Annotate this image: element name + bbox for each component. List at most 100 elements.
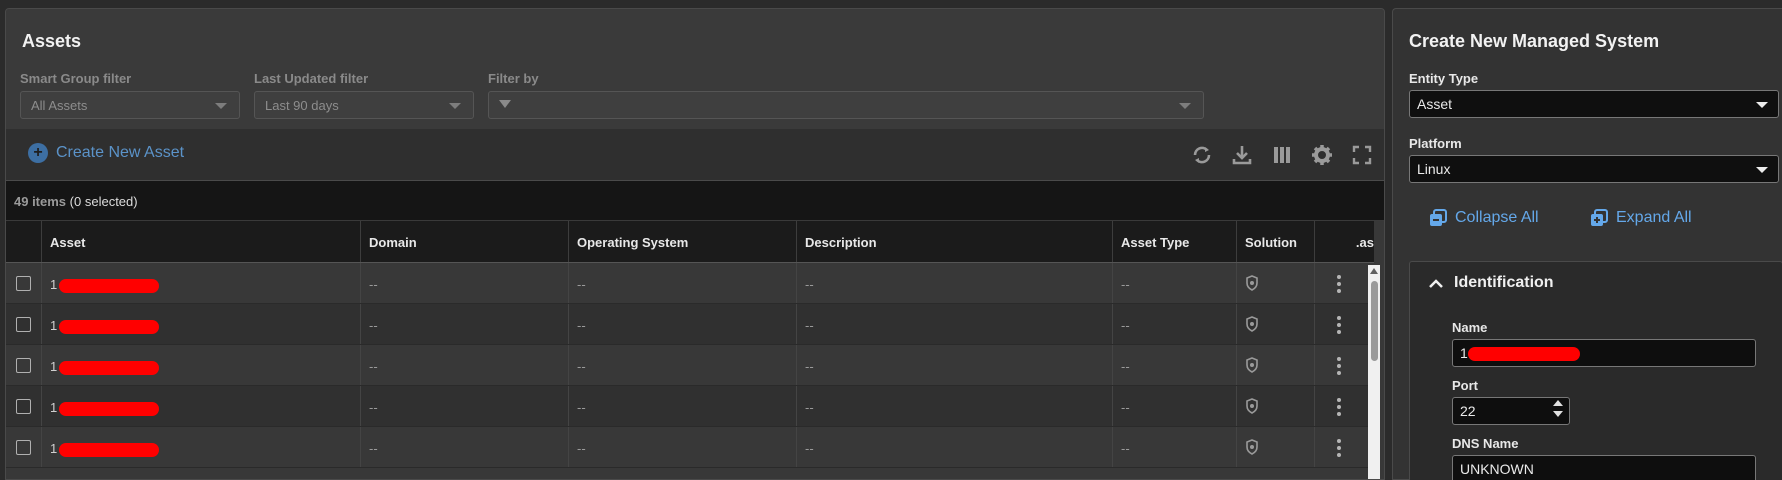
table-scrollbar[interactable]: [1368, 265, 1380, 479]
column-header-domain[interactable]: Domain: [361, 221, 569, 262]
row-actions-menu-icon[interactable]: [1337, 357, 1341, 378]
shield-icon: [1246, 275, 1258, 291]
platform-value: Linux: [1417, 161, 1451, 177]
dns-name-label: DNS Name: [1452, 436, 1519, 451]
chevron-down-icon: [1756, 102, 1768, 108]
description-cell: --: [797, 304, 1113, 344]
column-header-operating-system[interactable]: Operating System: [569, 221, 797, 262]
row-checkbox[interactable]: [16, 440, 31, 455]
smart-group-select[interactable]: All Assets: [20, 91, 240, 119]
expand-all-button[interactable]: Expand All: [1590, 209, 1692, 227]
filter-by: Filter by: [488, 71, 1204, 119]
stepper-up-icon[interactable]: [1553, 400, 1563, 406]
row-checkbox[interactable]: [16, 399, 31, 414]
select-column-header: [6, 221, 42, 262]
redaction-mark: [59, 319, 160, 334]
column-header-asset[interactable]: Asset: [42, 221, 361, 262]
port-label: Port: [1452, 378, 1478, 393]
table-row[interactable]: 1 -- -- -- --: [6, 427, 1374, 468]
identification-section-header[interactable]: Identification: [1428, 274, 1554, 292]
port-value: 22: [1460, 403, 1476, 419]
identification-section: Identification Name 1 Port 22 DNS Name U…: [1409, 261, 1782, 480]
create-new-asset-label: Create New Asset: [56, 144, 185, 161]
row-actions-menu-icon[interactable]: [1337, 398, 1341, 419]
domain-cell: --: [361, 263, 569, 303]
plus-circle-icon: +: [28, 143, 48, 163]
redaction-mark: [59, 278, 160, 293]
os-cell: --: [569, 345, 797, 385]
collapse-all-icon: [1430, 209, 1447, 226]
shield-icon: [1246, 357, 1258, 373]
asset-type-cell: --: [1113, 427, 1237, 467]
asset-type-cell: --: [1113, 386, 1237, 426]
entity-type-select[interactable]: Asset: [1409, 90, 1779, 118]
stepper-down-icon[interactable]: [1553, 411, 1563, 417]
redaction-mark: [59, 401, 160, 416]
gear-icon[interactable]: [1310, 143, 1334, 167]
redaction-mark: [59, 360, 160, 375]
asset-name-prefix: 1: [50, 277, 58, 292]
shield-icon: [1246, 439, 1258, 455]
row-actions-menu-icon[interactable]: [1337, 316, 1341, 337]
scroll-up-arrow-icon[interactable]: [1370, 268, 1378, 274]
description-cell: --: [797, 386, 1113, 426]
asset-name-prefix: 1: [50, 359, 58, 374]
domain-cell: --: [361, 386, 569, 426]
columns-icon[interactable]: [1270, 143, 1294, 167]
description-cell: --: [797, 263, 1113, 303]
asset-type-cell: --: [1113, 304, 1237, 344]
refresh-icon[interactable]: [1190, 143, 1214, 167]
table-row[interactable]: 1 -- -- -- --: [6, 345, 1374, 386]
column-header-last[interactable]: .as: [1315, 221, 1374, 262]
table-row[interactable]: 1 -- -- -- --: [6, 263, 1374, 304]
smart-group-filter: Smart Group filter All Assets: [20, 71, 240, 119]
toolbar-icons: [1190, 143, 1374, 167]
column-header-asset-type[interactable]: Asset Type: [1113, 221, 1237, 262]
fullscreen-icon[interactable]: [1350, 143, 1374, 167]
chevron-down-icon: [449, 103, 461, 109]
selected-count: (0 selected): [69, 194, 138, 209]
asset-name-prefix: 1: [50, 318, 58, 333]
platform-label: Platform: [1409, 136, 1462, 151]
table-header: Asset Domain Operating System Descriptio…: [6, 221, 1374, 263]
smart-group-filter-label: Smart Group filter: [20, 71, 132, 86]
create-new-asset-button[interactable]: + Create New Asset: [28, 143, 184, 163]
os-cell: --: [569, 263, 797, 303]
last-updated-filter: Last Updated filter Last 90 days: [254, 71, 474, 119]
item-count-bar: 49 items (0 selected): [6, 181, 1384, 221]
column-header-solution[interactable]: Solution: [1237, 221, 1315, 262]
redaction-mark: [59, 442, 160, 457]
platform-select[interactable]: Linux: [1409, 155, 1779, 183]
chevron-down-icon: [1179, 103, 1191, 109]
os-cell: --: [569, 427, 797, 467]
asset-name-prefix: 1: [50, 400, 58, 415]
port-stepper[interactable]: 22: [1452, 397, 1570, 425]
dns-name-field[interactable]: UNKNOWN: [1452, 455, 1756, 480]
scrollbar-thumb[interactable]: [1371, 281, 1378, 361]
assets-panel: Assets Smart Group filter All Assets Las…: [5, 8, 1385, 480]
row-checkbox[interactable]: [16, 276, 31, 291]
description-cell: --: [797, 427, 1113, 467]
last-updated-select[interactable]: Last 90 days: [254, 91, 474, 119]
dns-name-value: UNKNOWN: [1460, 461, 1534, 477]
row-actions-menu-icon[interactable]: [1337, 439, 1341, 460]
asset-name-prefix: 1: [50, 441, 58, 456]
collapse-all-label: Collapse All: [1455, 209, 1539, 226]
download-icon[interactable]: [1230, 143, 1254, 167]
name-field[interactable]: 1: [1452, 339, 1756, 367]
expand-all-icon: [1591, 209, 1608, 226]
row-checkbox[interactable]: [16, 317, 31, 332]
domain-cell: --: [361, 304, 569, 344]
row-checkbox[interactable]: [16, 358, 31, 373]
collapse-all-button[interactable]: Collapse All: [1429, 209, 1539, 227]
item-count: 49 items: [14, 194, 67, 209]
last-updated-value: Last 90 days: [265, 98, 339, 113]
row-actions-menu-icon[interactable]: [1337, 275, 1341, 296]
column-header-description[interactable]: Description: [797, 221, 1113, 262]
table-row[interactable]: 1 -- -- -- --: [6, 304, 1374, 345]
filter-by-select[interactable]: [488, 91, 1204, 119]
table-row[interactable]: 1 -- -- -- --: [6, 386, 1374, 427]
name-value: 1: [1460, 345, 1468, 361]
os-cell: --: [569, 386, 797, 426]
assets-header: Assets Smart Group filter All Assets Las…: [6, 9, 1384, 129]
